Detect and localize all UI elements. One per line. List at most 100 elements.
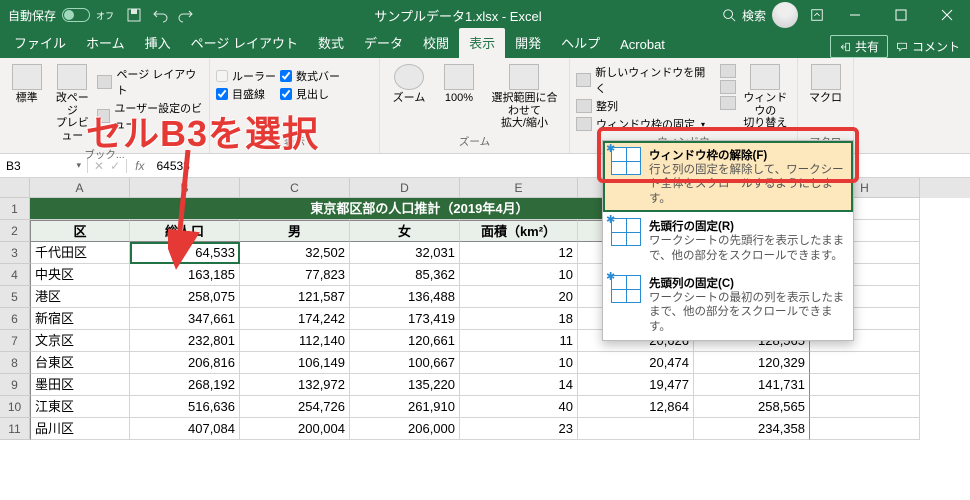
cell[interactable]: 135,220 [350, 374, 460, 396]
comments-button[interactable]: コメント [896, 38, 960, 55]
cell[interactable]: 516,636 [130, 396, 240, 418]
cell[interactable]: 347,661 [130, 308, 240, 330]
row-header[interactable]: 11 [0, 418, 30, 440]
ribbon-display-options[interactable] [804, 2, 830, 28]
cell[interactable]: 女 [350, 220, 460, 242]
new-window[interactable]: 新しいウィンドウを開く [576, 64, 710, 96]
redo-icon[interactable] [178, 7, 194, 23]
cell[interactable]: 200,004 [240, 418, 350, 440]
cell[interactable]: 32,031 [350, 242, 460, 264]
row-header[interactable]: 8 [0, 352, 30, 374]
maximize-button[interactable] [878, 0, 924, 30]
cell[interactable]: 14 [460, 374, 578, 396]
name-box[interactable]: B3▾ [0, 159, 88, 173]
cell[interactable]: 163,185 [130, 264, 240, 286]
cell[interactable]: 千代田区 [30, 242, 130, 264]
cell[interactable]: 232,801 [130, 330, 240, 352]
cell[interactable]: 19,477 [578, 374, 694, 396]
row-header[interactable]: 10 [0, 396, 30, 418]
cell[interactable]: 268,192 [130, 374, 240, 396]
cell[interactable]: 85,362 [350, 264, 460, 286]
cell[interactable]: 206,816 [130, 352, 240, 374]
cell[interactable] [810, 352, 920, 374]
unhide-window[interactable] [720, 96, 736, 110]
share-button[interactable]: 共有 [830, 35, 888, 58]
cell[interactable]: 254,726 [240, 396, 350, 418]
cell[interactable]: 23 [460, 418, 578, 440]
cell[interactable]: 132,972 [240, 374, 350, 396]
cell[interactable]: 港区 [30, 286, 130, 308]
tab-developer[interactable]: 開発 [505, 28, 551, 58]
row-header[interactable]: 6 [0, 308, 30, 330]
zoom-selection[interactable]: 選択範囲に合わせて 拡大/縮小 [486, 62, 563, 132]
cell[interactable]: 12,864 [578, 396, 694, 418]
cell[interactable]: 121,587 [240, 286, 350, 308]
arrange-all[interactable]: 整列 [576, 98, 710, 114]
cell[interactable]: 総人口 [130, 220, 240, 242]
check-ruler[interactable]: ルーラー [216, 68, 276, 84]
cell[interactable]: 品川区 [30, 418, 130, 440]
cell[interactable]: 77,823 [240, 264, 350, 286]
cell[interactable]: 10 [460, 264, 578, 286]
row-header[interactable]: 1 [0, 198, 30, 220]
switch-windows[interactable]: ウィンドウの 切り替え [740, 62, 791, 132]
cell[interactable]: 234,358 [694, 418, 810, 440]
split-window[interactable] [720, 64, 736, 78]
tab-acrobat[interactable]: Acrobat [610, 32, 675, 58]
search-box[interactable]: 検索 [722, 7, 766, 24]
cell[interactable]: 64,533 [130, 242, 240, 264]
row-header[interactable]: 3 [0, 242, 30, 264]
cell[interactable]: 174,242 [240, 308, 350, 330]
menu-freeze-top-row[interactable]: ✱ 先頭行の固定(R)ワークシートの先頭行を表示したままで、他の部分をスクロール… [603, 212, 853, 269]
row-header[interactable]: 7 [0, 330, 30, 352]
check-headings[interactable]: 見出し [280, 86, 340, 102]
cell[interactable]: 120,661 [350, 330, 460, 352]
cell[interactable]: 男 [240, 220, 350, 242]
check-gridlines[interactable]: 目盛線 [216, 86, 276, 102]
tab-review[interactable]: 校閲 [413, 28, 459, 58]
cell[interactable]: 江東区 [30, 396, 130, 418]
cell[interactable]: 100,667 [350, 352, 460, 374]
fx-icon[interactable]: fx [127, 159, 152, 173]
view-pagelayout[interactable]: ページ レイアウト [97, 66, 203, 98]
macros-button[interactable]: マクロ [804, 62, 847, 107]
cell[interactable]: 407,084 [130, 418, 240, 440]
cell[interactable]: 区 [30, 220, 130, 242]
col-C[interactable]: C [240, 178, 350, 198]
tab-home[interactable]: ホーム [76, 28, 135, 58]
col-B[interactable]: B [130, 178, 240, 198]
cell[interactable]: 120,329 [694, 352, 810, 374]
save-icon[interactable] [126, 7, 142, 23]
zoom-100[interactable]: 100% [436, 62, 482, 107]
tab-insert[interactable]: 挿入 [135, 28, 181, 58]
menu-unfreeze-panes[interactable]: ✱ ウィンドウ枠の解除(F)行と列の固定を解除して、ワークシート全体をスクロール… [603, 141, 853, 212]
cell[interactable]: 文京区 [30, 330, 130, 352]
menu-freeze-first-column[interactable]: ✱ 先頭列の固定(C)ワークシートの最初の列を表示したままで、他の部分をスクロー… [603, 269, 853, 340]
cell[interactable]: 106,149 [240, 352, 350, 374]
freeze-panes[interactable]: ウィンドウ枠の固定▾ [576, 116, 710, 132]
cell[interactable] [578, 418, 694, 440]
cell[interactable] [810, 374, 920, 396]
cell[interactable]: 32,502 [240, 242, 350, 264]
cell[interactable]: 面積（km²） [460, 220, 578, 242]
col-A[interactable]: A [30, 178, 130, 198]
cell[interactable]: 中央区 [30, 264, 130, 286]
row-header[interactable]: 2 [0, 220, 30, 242]
autosave-toggle[interactable]: 自動保存 オフ [8, 7, 114, 24]
cell[interactable]: 261,910 [350, 396, 460, 418]
cell[interactable]: 141,731 [694, 374, 810, 396]
cell[interactable]: 258,565 [694, 396, 810, 418]
select-all-corner[interactable] [0, 178, 30, 198]
hide-window[interactable] [720, 80, 736, 94]
tab-file[interactable]: ファイル [4, 28, 76, 58]
view-pagebreak[interactable]: 改ページ プレビュー [52, 62, 94, 145]
cell[interactable]: 206,000 [350, 418, 460, 440]
close-button[interactable] [924, 0, 970, 30]
cell[interactable]: 12 [460, 242, 578, 264]
row-header[interactable]: 9 [0, 374, 30, 396]
check-formulabar[interactable]: 数式バー [280, 68, 340, 84]
cell[interactable]: 112,140 [240, 330, 350, 352]
tab-formulas[interactable]: 数式 [308, 28, 354, 58]
cell[interactable]: 11 [460, 330, 578, 352]
enter-icon[interactable]: ✓ [110, 159, 120, 173]
